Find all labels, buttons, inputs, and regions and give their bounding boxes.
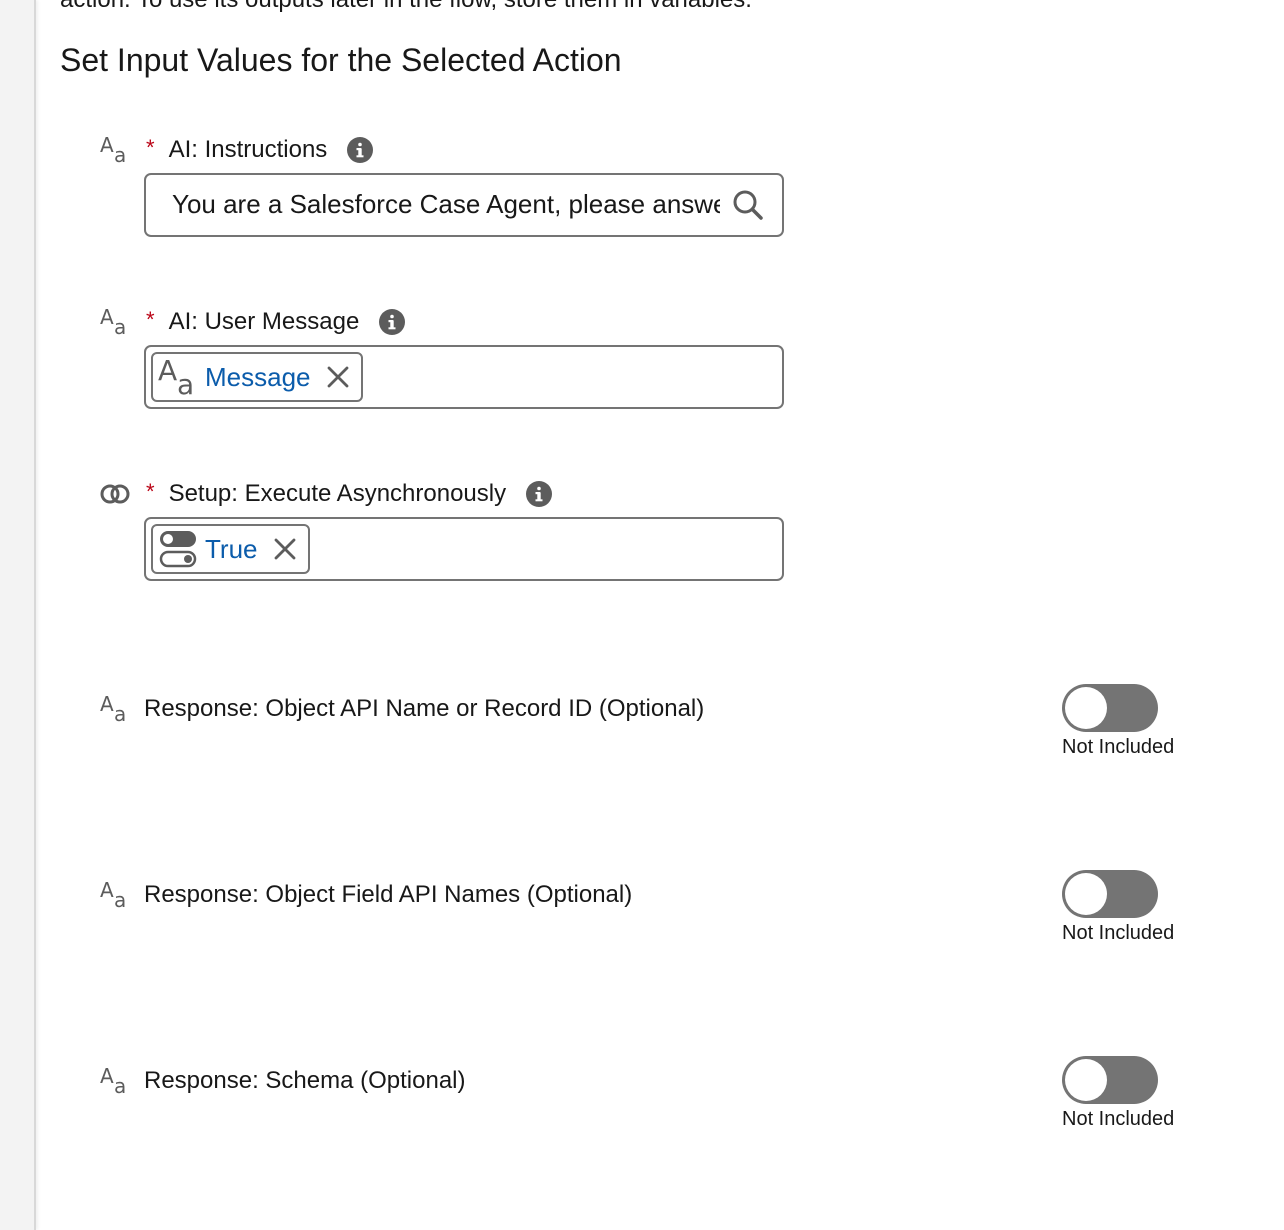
- svg-text:a: a: [114, 702, 126, 725]
- text-type-icon: A a: [158, 356, 194, 398]
- toggle-type-icon: [159, 531, 197, 568]
- user-message-input[interactable]: A a Message: [144, 345, 784, 409]
- toggle-knob: [1065, 1059, 1107, 1101]
- execute-async-label-row: * Setup: Execute Asynchronously: [146, 479, 553, 508]
- execute-async-input[interactable]: True: [144, 517, 784, 581]
- svg-text:A: A: [100, 693, 114, 716]
- close-icon[interactable]: [272, 536, 298, 562]
- svg-text:A: A: [100, 134, 114, 157]
- toggle-status: Not Included: [1062, 736, 1175, 758]
- description-text: action. To use its outputs later in the …: [60, 0, 752, 14]
- message-resource-pill[interactable]: A a Message: [151, 352, 363, 402]
- object-api-name-label: Response: Object API Name or Record ID (…: [144, 695, 705, 722]
- text-type-icon: A a: [100, 306, 126, 338]
- schema-label: Response: Schema (Optional): [144, 1067, 466, 1094]
- svg-text:a: a: [114, 315, 126, 338]
- toggle-status: Not Included: [1062, 1108, 1175, 1130]
- text-type-icon: A a: [100, 1065, 126, 1097]
- info-icon[interactable]: [379, 309, 406, 335]
- schema-toggle[interactable]: [1062, 1056, 1158, 1104]
- instructions-label-row: * AI: Instructions: [146, 135, 374, 164]
- pill-label: True: [205, 533, 258, 564]
- execute-async-label: Setup: Execute Asynchronously: [168, 480, 507, 507]
- left-panel-edge: [0, 0, 36, 1230]
- instructions-input[interactable]: You are a Salesforce Case Agent, please …: [144, 173, 784, 237]
- object-field-api-names-label: Response: Object Field API Names (Option…: [144, 881, 633, 908]
- text-type-icon: A a: [100, 134, 126, 166]
- boolean-type-icon: [100, 484, 130, 504]
- svg-text:a: a: [177, 368, 194, 398]
- text-type-icon: A a: [100, 879, 126, 911]
- svg-text:a: a: [114, 888, 126, 911]
- user-message-label: AI: User Message: [168, 308, 360, 335]
- close-icon[interactable]: [325, 364, 351, 390]
- svg-text:A: A: [100, 306, 114, 329]
- toggle-knob: [1065, 687, 1107, 729]
- required-indicator: *: [146, 307, 155, 332]
- svg-text:a: a: [114, 143, 126, 166]
- svg-text:a: a: [114, 1074, 126, 1097]
- text-type-icon: A a: [100, 693, 126, 725]
- toggle-status: Not Included: [1062, 922, 1175, 944]
- toggle-knob: [1065, 873, 1107, 915]
- section-title: Set Input Values for the Selected Action: [60, 42, 622, 78]
- info-icon[interactable]: [526, 481, 553, 507]
- page: action. To use its outputs later in the …: [0, 0, 1284, 1230]
- required-indicator: *: [146, 135, 155, 160]
- required-indicator: *: [146, 479, 155, 504]
- user-message-label-row: * AI: User Message: [146, 307, 406, 336]
- search-icon[interactable]: [732, 189, 764, 221]
- pill-label: Message: [205, 361, 311, 392]
- svg-text:A: A: [100, 879, 114, 902]
- info-icon[interactable]: [347, 137, 374, 163]
- object-api-name-toggle[interactable]: [1062, 684, 1158, 732]
- instructions-input-value[interactable]: You are a Salesforce Case Agent, please …: [172, 189, 720, 220]
- object-field-api-names-toggle[interactable]: [1062, 870, 1158, 918]
- svg-text:A: A: [158, 356, 177, 387]
- svg-text:A: A: [100, 1065, 114, 1088]
- instructions-label: AI: Instructions: [168, 136, 328, 163]
- true-resource-pill[interactable]: True: [151, 524, 310, 574]
